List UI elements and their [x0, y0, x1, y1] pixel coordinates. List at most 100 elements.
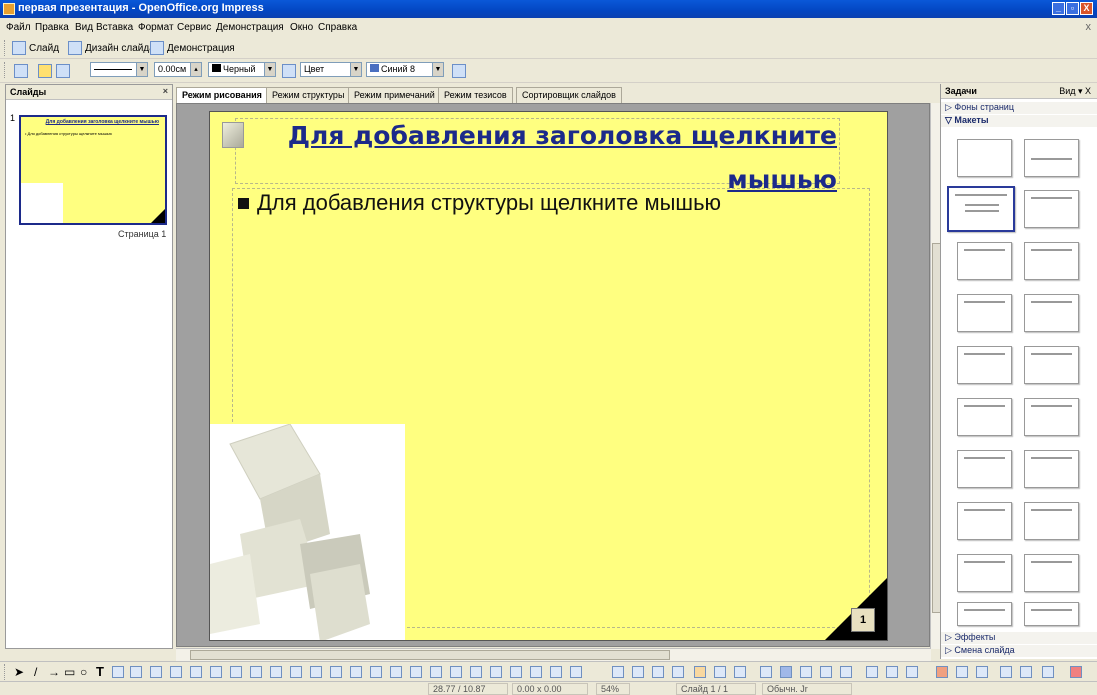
- layout-text-objects[interactable]: [957, 450, 1012, 488]
- menu-tools[interactable]: Сервис: [177, 22, 211, 33]
- line-width-field[interactable]: 0.00см ▴: [154, 62, 202, 77]
- layout-title-content[interactable]: [947, 186, 1015, 232]
- gallery-icon[interactable]: [350, 666, 362, 678]
- area-color-select[interactable]: Синий 8 ▼: [366, 62, 444, 77]
- save-icon[interactable]: [652, 666, 664, 678]
- layout-table[interactable]: [1024, 294, 1079, 332]
- minimize-button[interactable]: _: [1052, 2, 1065, 15]
- layout-centered[interactable]: [1024, 242, 1079, 280]
- effects-icon[interactable]: [490, 666, 502, 678]
- slide-thumbnail[interactable]: Для добавления заголовка щелкните мышью …: [19, 115, 167, 225]
- symbol-shapes-icon[interactable]: [170, 666, 182, 678]
- spellcheck-icon[interactable]: [760, 666, 772, 678]
- redo-icon[interactable]: [906, 666, 918, 678]
- shadow-toggle-icon[interactable]: [390, 666, 402, 678]
- slide-button[interactable]: Слайд: [12, 41, 59, 55]
- tasks-view-menu[interactable]: Вид ▾ X: [1059, 86, 1091, 97]
- select-arrow-icon[interactable]: ➤: [14, 665, 24, 679]
- basic-shapes-icon[interactable]: [150, 666, 162, 678]
- layout-image-text[interactable]: [957, 346, 1012, 384]
- line-style-icon[interactable]: [38, 64, 52, 78]
- layout-two-content[interactable]: [1024, 190, 1079, 228]
- chart-icon[interactable]: [936, 666, 948, 678]
- arrow-line-icon[interactable]: →: [48, 665, 60, 679]
- ellipse-icon[interactable]: ○: [80, 665, 87, 679]
- line-color-select[interactable]: Черный ▼: [208, 62, 276, 77]
- rectangle-icon[interactable]: ▭: [64, 665, 75, 679]
- close-icon[interactable]: ×: [163, 86, 168, 96]
- layout-chart[interactable]: [957, 294, 1012, 332]
- toolbar-grip[interactable]: [4, 664, 7, 680]
- extrusion-icon[interactable]: [470, 666, 482, 678]
- align-icon[interactable]: [430, 666, 442, 678]
- rotate-icon[interactable]: [510, 666, 522, 678]
- block-arrows-icon[interactable]: [190, 666, 202, 678]
- section-effects[interactable]: ▷ Эффекты: [941, 632, 1097, 644]
- layout-title-text[interactable]: [957, 242, 1012, 280]
- grid-icon[interactable]: [1000, 666, 1012, 678]
- slide-design-button[interactable]: Дизайн слайда: [68, 41, 155, 55]
- layout-title-vertical[interactable]: [957, 602, 1012, 626]
- area-style-select[interactable]: Цвет ▼: [300, 62, 362, 77]
- tab-notes[interactable]: Режим примечаний: [348, 87, 441, 103]
- navigator-icon[interactable]: [1020, 666, 1032, 678]
- section-layouts[interactable]: ▽ Макеты: [941, 115, 1097, 127]
- slide-canvas[interactable]: Для добавления заголовка щелкните мышью …: [209, 111, 888, 641]
- line-style-select[interactable]: ▼: [90, 62, 148, 77]
- open-icon[interactable]: [632, 666, 644, 678]
- area-fill-icon[interactable]: [282, 64, 296, 78]
- flip-icon[interactable]: [530, 666, 542, 678]
- scroll-thumb[interactable]: [190, 650, 670, 660]
- section-transition[interactable]: ▷ Смена слайда: [941, 645, 1097, 657]
- close-button[interactable]: X: [1080, 2, 1093, 15]
- layout-four-objects[interactable]: [957, 554, 1012, 592]
- paste-icon[interactable]: [840, 666, 852, 678]
- new-icon[interactable]: [612, 666, 624, 678]
- shadow-icon[interactable]: [452, 64, 466, 78]
- undo-icon[interactable]: [886, 666, 898, 678]
- tab-outline[interactable]: Режим структуры: [266, 87, 351, 103]
- tab-handout[interactable]: Режим тезисов: [438, 87, 513, 103]
- menu-view[interactable]: Вид: [75, 22, 93, 33]
- flowchart-icon[interactable]: [210, 666, 222, 678]
- layout-object-text[interactable]: [1024, 450, 1079, 488]
- layout-title-only[interactable]: [1024, 139, 1079, 177]
- menu-edit[interactable]: Правка: [35, 22, 69, 33]
- fontwork-icon[interactable]: [310, 666, 322, 678]
- slideshow-button[interactable]: Демонстрация: [150, 41, 235, 55]
- layout-chart-text[interactable]: [1024, 398, 1079, 436]
- autospell-icon[interactable]: [780, 666, 792, 678]
- menu-insert[interactable]: Вставка: [96, 22, 133, 33]
- arrange-icon[interactable]: [450, 666, 462, 678]
- pdf-icon[interactable]: [714, 666, 726, 678]
- toolbar-grip[interactable]: [4, 62, 7, 78]
- interaction-icon[interactable]: [410, 666, 422, 678]
- glue-points-icon[interactable]: [290, 666, 302, 678]
- maximize-button[interactable]: ▫: [1066, 2, 1079, 15]
- zoom-level[interactable]: 54%: [596, 683, 630, 695]
- menu-file[interactable]: Файл: [6, 22, 31, 33]
- toolbar-grip[interactable]: [4, 40, 7, 56]
- layout-text-chart[interactable]: [1024, 346, 1079, 384]
- points-icon[interactable]: [270, 666, 282, 678]
- layout-object-over-text[interactable]: [1024, 502, 1079, 540]
- menu-window[interactable]: Окно: [290, 22, 313, 33]
- horizontal-scrollbar[interactable]: [176, 648, 931, 661]
- clone-format-icon[interactable]: [866, 666, 878, 678]
- slide-body-placeholder[interactable]: Для добавления структуры щелкните мышью: [238, 190, 721, 216]
- tab-drawing[interactable]: Режим рисования: [176, 87, 268, 104]
- layout-objects-text[interactable]: [957, 502, 1012, 540]
- layout-icon[interactable]: [14, 64, 28, 78]
- callouts-icon[interactable]: [230, 666, 242, 678]
- show-draw-functions-icon[interactable]: [976, 666, 988, 678]
- layout-text-over-object[interactable]: [1024, 554, 1079, 592]
- edit-mode-icon[interactable]: [694, 666, 706, 678]
- curve-icon[interactable]: [112, 666, 124, 678]
- help-icon[interactable]: [1070, 666, 1082, 678]
- 3d-object-icon[interactable]: [370, 666, 382, 678]
- arrow-style-icon[interactable]: [56, 64, 70, 78]
- menu-format[interactable]: Формат: [138, 22, 174, 33]
- cut-icon[interactable]: [800, 666, 812, 678]
- layout-vertical-text[interactable]: [1024, 602, 1079, 626]
- from-file-icon[interactable]: [330, 666, 342, 678]
